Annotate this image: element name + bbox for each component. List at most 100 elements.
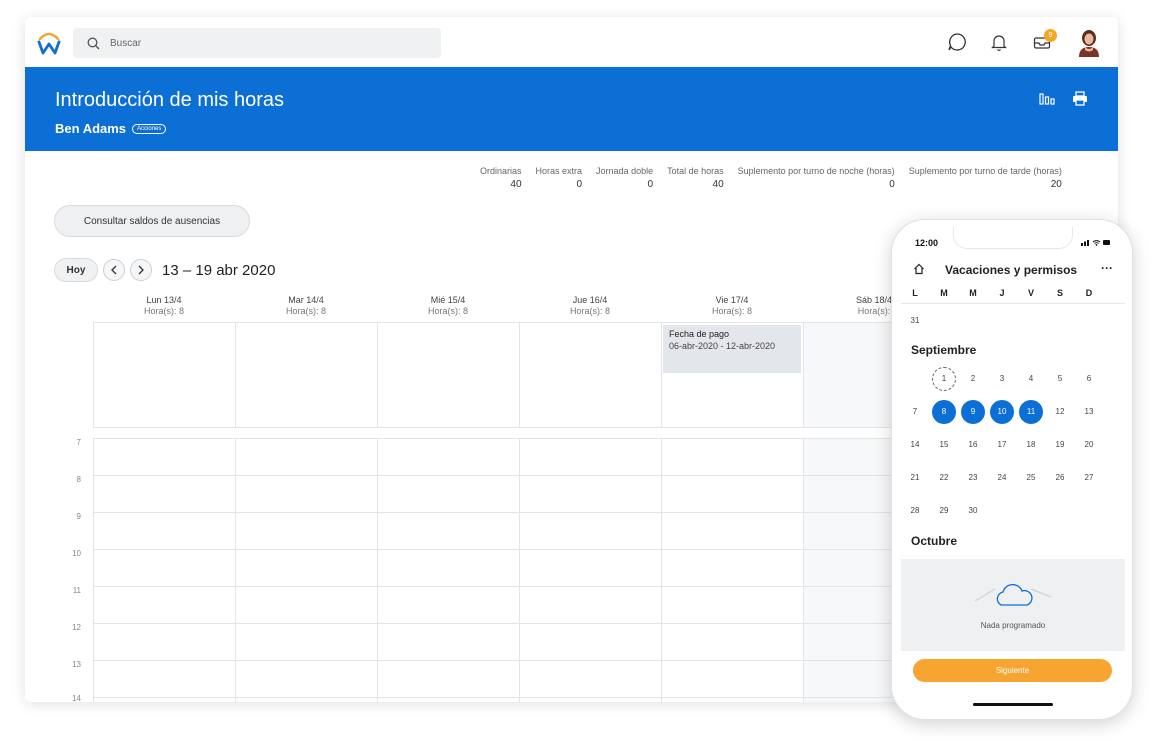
summary-value: 40 [712, 179, 724, 190]
mobile-header: Vacaciones y permisos ··· [901, 259, 1125, 283]
summary-night-shift: Suplemento por turno de noche (horas) 0 [731, 166, 902, 190]
more-options-button[interactable]: ··· [1101, 261, 1113, 275]
mobile-title: Vacaciones y permisos [945, 263, 1078, 277]
calendar-day[interactable]: 7 [903, 400, 927, 424]
home-icon[interactable] [913, 263, 925, 275]
weekday-header: L M M J V S D [901, 286, 1125, 304]
calendar-day-selected[interactable]: 11 [1019, 400, 1043, 424]
all-day-cell[interactable] [235, 322, 377, 428]
view-absence-balances-button[interactable]: Consultar saldos de ausencias [54, 205, 250, 237]
calendar-day[interactable]: 14 [903, 433, 927, 457]
day-header[interactable]: Mar 14/4 Hora(s): 8 [235, 295, 377, 316]
hour-label: 8 [76, 475, 81, 484]
chevron-right-icon [138, 265, 144, 275]
month-label: Octubre [911, 534, 958, 548]
empty-schedule: Nada programado [901, 559, 1125, 651]
inbox-button[interactable]: 9 [1033, 29, 1057, 52]
month-label: Septiembre [911, 343, 977, 357]
summary-value: 40 [510, 179, 522, 190]
calendar-day[interactable]: 16 [961, 433, 985, 457]
column-divider [803, 438, 804, 702]
mobile-screen: 12:00 Vacaciones y permisos ··· L M M J [901, 227, 1125, 713]
weekday-label: J [999, 288, 1005, 298]
column-divider [661, 438, 662, 702]
summary-label: Total de horas [667, 166, 724, 176]
calendar-day[interactable]: 17 [990, 433, 1014, 457]
day-header[interactable]: Lun 13/4 Hora(s): 8 [93, 295, 235, 316]
summary-total: Total de horas 40 [660, 166, 731, 190]
summary-value: 0 [889, 179, 895, 190]
day-header[interactable]: Vie 17/4 Hora(s): 8 [661, 295, 803, 316]
calendar-day[interactable]: 22 [932, 466, 956, 490]
next-button[interactable]: Siguiente [913, 659, 1112, 682]
day-hours: Hora(s): 8 [285, 306, 326, 316]
calendar-day[interactable]: 6 [1077, 367, 1101, 391]
page-header: Introducción de mis horas Ben Adams Acci… [25, 67, 1118, 151]
signal-icon [1081, 240, 1110, 246]
calendar-day[interactable]: 29 [932, 499, 956, 523]
weekday-label: S [1056, 288, 1063, 298]
day-label: Jue 16/4 [572, 295, 608, 305]
day-hours: Hora(s): 8 [427, 306, 468, 316]
weekday-label: L [912, 288, 918, 298]
next-week-button[interactable] [130, 259, 152, 281]
all-day-cell[interactable] [93, 322, 235, 428]
payday-event[interactable]: Fecha de pago 06-abr-2020 - 12-abr-2020 [663, 325, 801, 373]
worker-name-row: Ben Adams Acciones [55, 121, 167, 136]
calendar-day[interactable]: 15 [932, 433, 956, 457]
calendar-nav: Hoy 13 – 19 abr 2020 [54, 258, 275, 282]
today-button[interactable]: Hoy [54, 258, 98, 282]
column-divider [235, 438, 236, 702]
day-header[interactable]: Jue 16/4 Hora(s): 8 [519, 295, 661, 316]
cloud-icon [974, 583, 1052, 606]
all-day-cell[interactable] [377, 322, 519, 428]
chart-icon[interactable] [1039, 91, 1055, 105]
weekday-label: M [940, 288, 948, 298]
calendar-day-selected[interactable]: 9 [961, 400, 985, 424]
calendar-day-today[interactable]: 1 [932, 367, 956, 391]
calendar-day[interactable]: 27 [1077, 466, 1101, 490]
calendar-day[interactable]: 26 [1048, 466, 1072, 490]
calendar-day[interactable]: 5 [1048, 367, 1072, 391]
calendar-day[interactable]: 4 [1019, 367, 1043, 391]
mobile-device: 12:00 Vacaciones y permisos ··· L M M J [891, 219, 1133, 720]
weekday-label: D [1085, 288, 1093, 298]
workday-logo-icon[interactable] [37, 29, 61, 55]
calendar-day-selected[interactable]: 8 [932, 400, 956, 424]
calendar-day-selected[interactable]: 10 [990, 400, 1014, 424]
calendar-day[interactable]: 30 [961, 499, 985, 523]
summary-label: Suplemento por turno de tarde (horas) [908, 166, 1062, 176]
print-icon[interactable] [1072, 91, 1088, 106]
empty-message: Nada programado [980, 621, 1046, 630]
avatar[interactable] [1075, 27, 1103, 57]
previous-week-button[interactable] [103, 259, 125, 281]
calendar-day[interactable]: 25 [1019, 466, 1043, 490]
worker-name[interactable]: Ben Adams [55, 121, 126, 136]
day-label: Mar 14/4 [288, 295, 324, 305]
actions-button[interactable]: Acciones [132, 123, 167, 134]
calendar-day[interactable]: 31 [903, 309, 927, 333]
bell-icon[interactable] [991, 34, 1007, 52]
calendar-day[interactable]: 19 [1048, 433, 1072, 457]
all-day-cell[interactable] [519, 322, 661, 428]
calendar-day[interactable]: 28 [903, 499, 927, 523]
day-header[interactable]: Mié 15/4 Hora(s): 8 [377, 295, 519, 316]
calendar-day[interactable]: 24 [990, 466, 1014, 490]
date-range: 13 – 19 abr 2020 [162, 261, 276, 279]
search-input[interactable]: Buscar [73, 28, 441, 58]
day-label: Mié 15/4 [430, 295, 466, 305]
calendar-day[interactable]: 12 [1048, 400, 1072, 424]
day-label: Vie 17/4 [715, 295, 749, 305]
chat-icon[interactable] [947, 32, 967, 52]
calendar-day[interactable]: 3 [990, 367, 1014, 391]
hour-label: 7 [76, 438, 81, 447]
calendar-day[interactable]: 20 [1077, 433, 1101, 457]
calendar-day[interactable]: 18 [1019, 433, 1043, 457]
calendar-day[interactable]: 21 [903, 466, 927, 490]
summary-value: 0 [576, 179, 583, 190]
calendar-day[interactable]: 13 [1077, 400, 1101, 424]
summary-label: Ordinarias [480, 166, 522, 176]
calendar-day[interactable]: 2 [961, 367, 985, 391]
weekday-label: V [1027, 288, 1034, 298]
calendar-day[interactable]: 23 [961, 466, 985, 490]
